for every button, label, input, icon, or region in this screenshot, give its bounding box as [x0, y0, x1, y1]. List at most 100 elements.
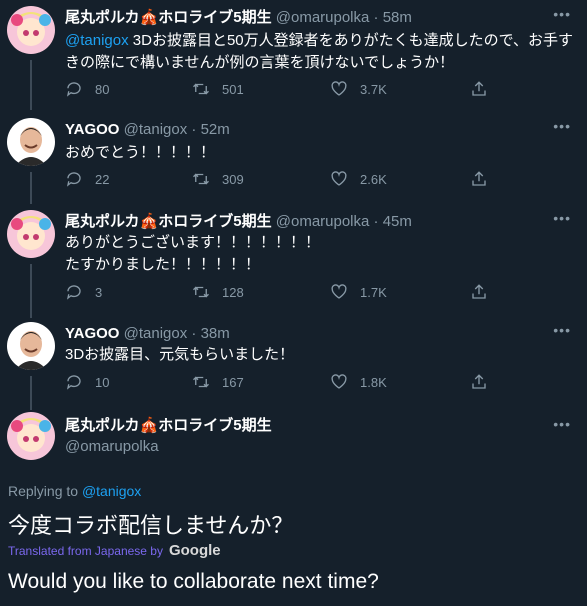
retweet-button[interactable]: 167 — [192, 373, 244, 391]
more-icon[interactable]: ••• — [553, 416, 571, 432]
reply-button[interactable]: 80 — [65, 80, 109, 98]
translation-attribution: Translated from Japanese by Google — [8, 542, 221, 559]
user-handle[interactable]: @tanigox — [124, 325, 188, 342]
separator: · — [191, 325, 197, 342]
avatar-omarupolka[interactable] — [7, 210, 55, 258]
retweet-count: 167 — [222, 374, 244, 390]
like-count: 3.7K — [360, 81, 387, 97]
tweet-header: 尾丸ポルカ🎪ホロライブ5期生 @omarupolka · 58m — [65, 8, 412, 28]
like-icon — [331, 171, 347, 186]
user-handle[interactable]: @omarupolka — [65, 438, 159, 455]
reply-icon — [66, 82, 81, 97]
more-icon[interactable]: ••• — [553, 322, 571, 338]
main-tweet-text: 今度コラボ配信しませんか？ — [8, 513, 294, 538]
share-icon — [472, 171, 486, 186]
google-logo: Google — [168, 542, 221, 559]
tweet-actions: 22 309 2.6K — [65, 170, 535, 190]
reply-icon — [66, 285, 81, 300]
share-button[interactable] — [470, 373, 500, 391]
tweet-header: YAGOO @tanigox · 38m — [65, 324, 230, 344]
share-icon — [472, 284, 486, 299]
tweet-header: YAGOO @tanigox · 52m — [65, 120, 230, 140]
tweet-text-content: 3Dお披露目と50万人登録者をありがたくも達成したので、お手すきの際にで構いませ… — [65, 32, 574, 71]
timestamp[interactable]: 52m — [201, 121, 230, 138]
display-name[interactable]: YAGOO — [65, 325, 119, 342]
tweet-actions: 10 167 1.8K — [65, 373, 535, 393]
retweet-icon — [193, 173, 209, 185]
user-handle[interactable]: @tanigox — [124, 121, 188, 138]
reply-button[interactable]: 10 — [65, 373, 109, 391]
timestamp[interactable]: 38m — [201, 325, 230, 342]
like-count: 1.7K — [360, 284, 387, 300]
user-handle[interactable]: @omarupolka — [276, 213, 370, 230]
replying-to-prefix: Replying to — [8, 483, 82, 499]
tweet-header-handle: @omarupolka — [65, 437, 159, 457]
reply-button[interactable]: 3 — [65, 283, 102, 301]
share-icon — [472, 81, 486, 96]
tweet-1[interactable]: 尾丸ポルカ🎪ホロライブ5期生 @omarupolka · 58m ••• @ta… — [0, 6, 587, 110]
more-icon[interactable]: ••• — [553, 210, 571, 226]
tweet-4[interactable]: YAGOO @tanigox · 38m ••• 3Dお披露目、元気もらいました… — [0, 322, 587, 410]
avatar-omarupolka[interactable] — [7, 412, 55, 460]
separator: · — [373, 213, 379, 230]
replying-to: Replying to @tanigox — [8, 483, 141, 499]
tweet-3[interactable]: 尾丸ポルカ🎪ホロライブ5期生 @omarupolka · 45m ••• ありが… — [0, 210, 587, 318]
avatar-omarupolka[interactable] — [7, 6, 55, 54]
tweet-text-line: たすかりました！！！！！！ — [65, 256, 261, 273]
like-button[interactable]: 1.8K — [330, 373, 387, 391]
reply-count: 3 — [95, 284, 103, 300]
retweet-icon — [193, 376, 209, 388]
retweet-icon — [193, 286, 209, 298]
reply-button[interactable]: 22 — [65, 170, 109, 188]
translated-from-label[interactable]: Translated from Japanese by — [8, 544, 163, 558]
reply-icon — [66, 375, 81, 390]
translated-text: Would you like to collaborate next time? — [8, 570, 379, 593]
tweet-text-line: ありがとうございます！！！！！！！ — [65, 234, 321, 251]
retweet-button[interactable]: 501 — [192, 80, 244, 98]
like-count: 2.6K — [360, 171, 387, 187]
tweet-text: ありがとうございます！！！！！！！ たすかりました！！！！！！ — [65, 232, 579, 276]
like-button[interactable]: 3.7K — [330, 80, 387, 98]
mention-link[interactable]: @tanigox — [65, 32, 129, 49]
avatar-tanigox[interactable] — [7, 118, 55, 166]
retweet-button[interactable]: 128 — [192, 283, 244, 301]
thread-line — [30, 264, 32, 318]
tweet-text: おめでとう！！！！！ — [65, 144, 216, 161]
separator: · — [373, 9, 379, 26]
more-icon[interactable]: ••• — [553, 6, 571, 22]
tweet-text: @tanigox 3Dお披露目と50万人登録者をありがたくも達成したので、お手す… — [65, 30, 579, 74]
thread-line — [30, 60, 32, 110]
share-button[interactable] — [470, 170, 500, 188]
share-button[interactable] — [470, 80, 500, 98]
reply-icon — [66, 172, 81, 187]
retweet-icon — [193, 83, 209, 95]
reply-count: 80 — [95, 81, 110, 97]
share-icon — [472, 374, 486, 389]
display-name[interactable]: 尾丸ポルカ🎪ホロライブ5期生 — [65, 9, 272, 26]
tweet-2[interactable]: YAGOO @tanigox · 52m ••• おめでとう！！！！！ 22 3… — [0, 118, 587, 204]
avatar-tanigox[interactable] — [7, 322, 55, 370]
more-icon[interactable]: ••• — [553, 118, 571, 134]
thread-line — [30, 172, 32, 204]
tweet-header: 尾丸ポルカ🎪ホロライブ5期生 @omarupolka · 45m — [65, 212, 412, 232]
like-button[interactable]: 1.7K — [330, 283, 387, 301]
timestamp[interactable]: 58m — [383, 9, 412, 26]
timestamp[interactable]: 45m — [383, 213, 412, 230]
separator: · — [191, 121, 197, 138]
display-name[interactable]: 尾丸ポルカ🎪ホロライブ5期生 — [65, 213, 272, 230]
share-button[interactable] — [470, 283, 500, 301]
retweet-button[interactable]: 309 — [192, 170, 244, 188]
tweet-actions: 80 501 3.7K — [65, 80, 535, 100]
like-icon — [331, 284, 347, 299]
user-handle[interactable]: @omarupolka — [276, 9, 370, 26]
retweet-count: 309 — [222, 171, 244, 187]
like-icon — [331, 374, 347, 389]
tweet-text: 3Dお披露目、元気もらいました！ — [65, 346, 295, 363]
reply-count: 10 — [95, 374, 110, 390]
display-name[interactable]: 尾丸ポルカ🎪ホロライブ5期生 — [65, 417, 272, 434]
replying-to-mention[interactable]: @tanigox — [82, 483, 141, 499]
like-button[interactable]: 2.6K — [330, 170, 387, 188]
reply-count: 22 — [95, 171, 110, 187]
retweet-count: 501 — [222, 81, 244, 97]
display-name[interactable]: YAGOO — [65, 121, 119, 138]
